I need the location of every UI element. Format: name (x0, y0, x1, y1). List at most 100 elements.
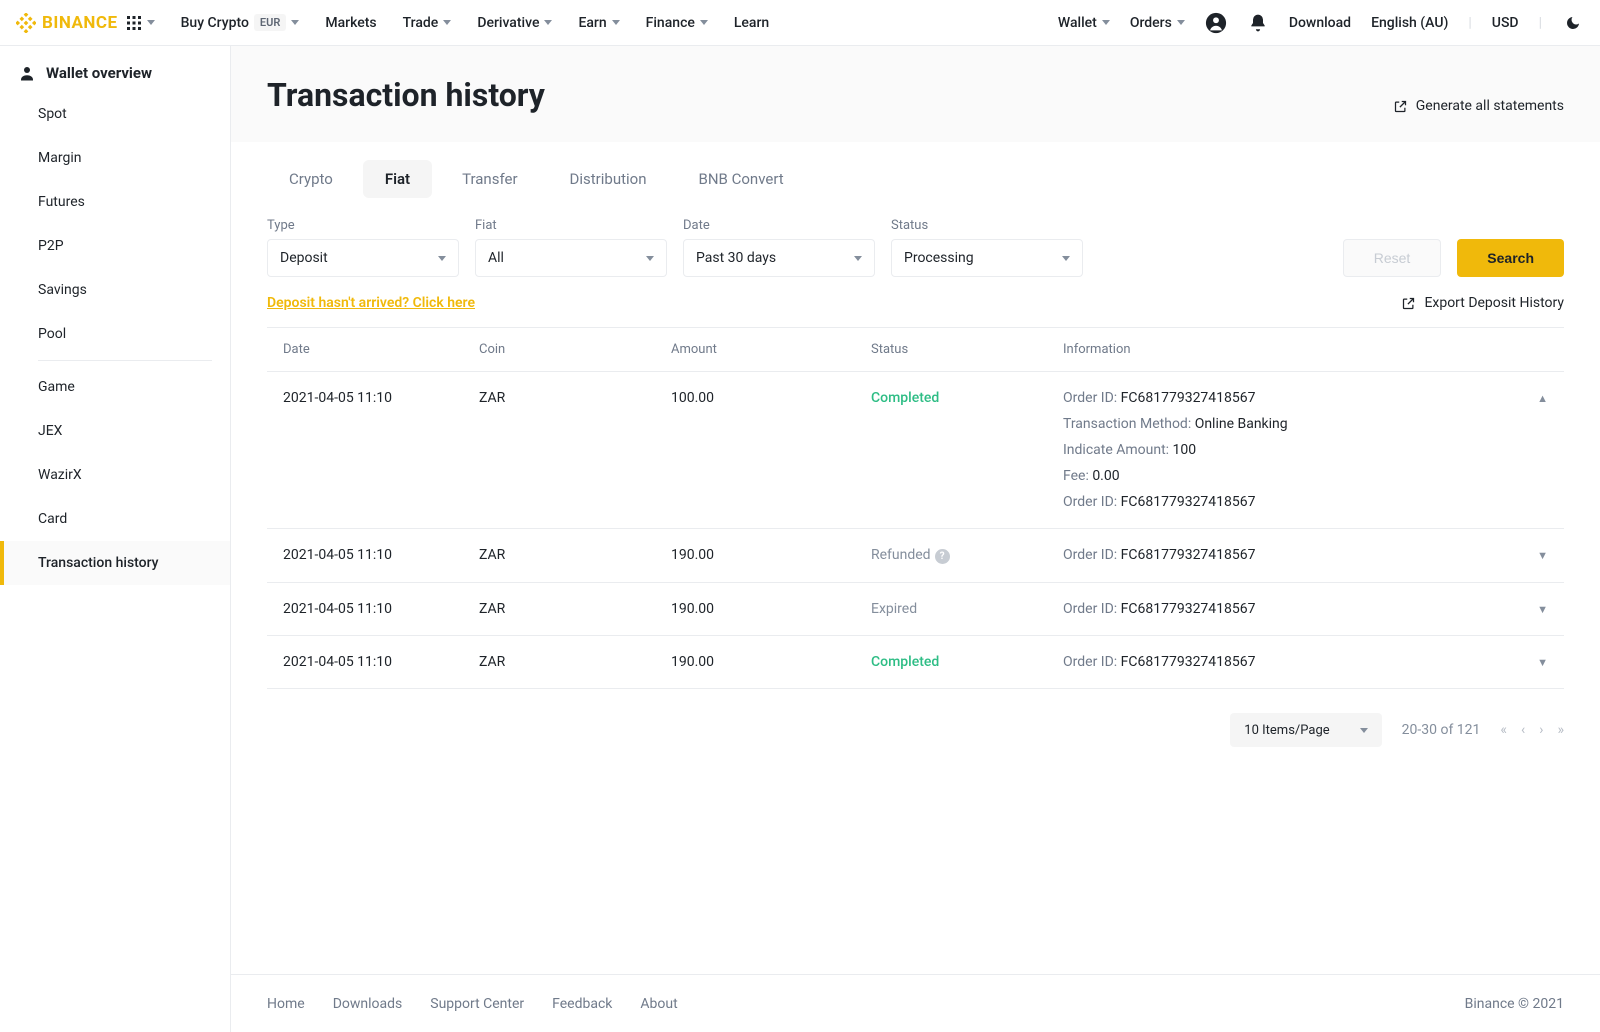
export-history-label: Export Deposit History (1424, 295, 1564, 311)
info-line: Fee: 0.00 (1063, 468, 1508, 484)
sidebar-item-wazirx[interactable]: WazirX (0, 453, 230, 497)
theme-toggle[interactable] (1562, 12, 1584, 34)
footer-link-home[interactable]: Home (267, 996, 305, 1012)
tab-distribution[interactable]: Distribution (548, 160, 669, 198)
footer-link-feedback[interactable]: Feedback (552, 996, 612, 1012)
sidebar-item-savings[interactable]: Savings (0, 268, 230, 312)
search-button[interactable]: Search (1457, 239, 1564, 277)
brand-logo[interactable]: BINANCE (16, 13, 118, 33)
nav-learn[interactable]: Learn (734, 15, 769, 31)
cell-amount: 190.00 (671, 547, 871, 563)
filter-fiat-select[interactable]: All (475, 239, 667, 277)
cell-status: Expired (871, 601, 1063, 617)
tab-transfer[interactable]: Transfer (440, 160, 539, 198)
page-title: Transaction history (267, 76, 545, 114)
history-tabs: CryptoFiatTransferDistributionBNB Conver… (267, 160, 1564, 212)
user-icon (18, 64, 36, 82)
brand-name: BINANCE (42, 13, 118, 33)
status-text: Completed (871, 390, 939, 406)
deposit-missing-link[interactable]: Deposit hasn't arrived? Click here (267, 295, 475, 311)
sidebar-item-futures[interactable]: Futures (0, 180, 230, 224)
sidebar-item-jex[interactable]: JEX (0, 409, 230, 453)
caret-down-icon (1177, 20, 1185, 25)
page-first[interactable]: « (1500, 722, 1507, 738)
cell-status: Refunded? (871, 547, 1063, 564)
caret-down-icon (854, 256, 862, 261)
page-prev[interactable]: ‹ (1521, 722, 1525, 738)
expand-toggle[interactable]: ▲ (1508, 390, 1548, 406)
sidebar-item-game[interactable]: Game (0, 365, 230, 409)
account-icon[interactable] (1205, 12, 1227, 34)
tab-fiat[interactable]: Fiat (363, 160, 432, 198)
caret-down-icon: ▼ (1537, 603, 1548, 616)
sidebar-item-p2p[interactable]: P2P (0, 224, 230, 268)
cell-coin: ZAR (479, 547, 671, 563)
pagination: 10 Items/Page 20-30 of 121 « ‹ › » (267, 689, 1564, 787)
sidebar-item-margin[interactable]: Margin (0, 136, 230, 180)
expand-toggle[interactable]: ▼ (1508, 654, 1548, 670)
sidebar-item-transaction-history[interactable]: Transaction history (0, 541, 230, 585)
reset-button[interactable]: Reset (1343, 239, 1442, 277)
filter-status-select[interactable]: Processing (891, 239, 1083, 277)
nav-markets[interactable]: Markets (325, 15, 376, 31)
sidebar-item-spot[interactable]: Spot (0, 92, 230, 136)
page-next[interactable]: › (1539, 722, 1543, 738)
caret-down-icon (612, 20, 620, 25)
cell-coin: ZAR (479, 601, 671, 617)
info-line: Order ID: FC681779327418567 (1063, 494, 1508, 510)
expand-toggle[interactable]: ▼ (1508, 547, 1548, 563)
nav-trade[interactable]: Trade (403, 15, 452, 31)
currency-menu[interactable]: USD (1492, 15, 1519, 31)
generate-statements-label: Generate all statements (1416, 98, 1564, 114)
nav-label: Markets (325, 15, 376, 31)
nav-left: Buy CryptoEUR Markets Trade Derivative Earn F… (181, 14, 770, 31)
tab-crypto[interactable]: Crypto (267, 160, 355, 198)
download-link[interactable]: Download (1289, 15, 1351, 31)
items-per-page-label: 10 Items/Page (1244, 723, 1329, 738)
caret-down-icon (1360, 728, 1368, 733)
orders-menu[interactable]: Orders (1130, 15, 1185, 31)
wallet-menu[interactable]: Wallet (1058, 15, 1110, 31)
sidebar-item-pool[interactable]: Pool (0, 312, 230, 356)
th-date: Date (283, 342, 479, 357)
info-line: Order ID: FC681779327418567 (1063, 601, 1508, 617)
info-icon[interactable]: ? (935, 549, 950, 564)
sidebar-divider (38, 360, 212, 361)
nav-right: Wallet Orders Download English (AU) | US… (1058, 12, 1584, 34)
apps-menu[interactable] (126, 15, 155, 31)
currency-badge: EUR (254, 14, 286, 31)
filter-date-select[interactable]: Past 30 days (683, 239, 875, 277)
external-link-icon (1393, 99, 1408, 114)
items-per-page-select[interactable]: 10 Items/Page (1230, 713, 1381, 747)
nav-label: Learn (734, 15, 769, 31)
footer-link-support-center[interactable]: Support Center (430, 996, 524, 1012)
cell-coin: ZAR (479, 390, 671, 406)
language-menu[interactable]: English (AU) (1371, 15, 1448, 31)
footer-link-about[interactable]: About (640, 996, 677, 1012)
wallet-sidebar: Wallet overview SpotMarginFuturesP2PSavi… (0, 46, 231, 1032)
th-amount: Amount (671, 342, 871, 357)
filter-type-select[interactable]: Deposit (267, 239, 459, 277)
generate-statements-link[interactable]: Generate all statements (1393, 98, 1564, 114)
export-history-link[interactable]: Export Deposit History (1401, 295, 1564, 311)
cell-date: 2021-04-05 11:10 (283, 601, 479, 617)
caret-up-icon: ▲ (1537, 392, 1548, 405)
footer-link-downloads[interactable]: Downloads (333, 996, 403, 1012)
tab-bnb-convert[interactable]: BNB Convert (677, 160, 806, 198)
notifications-icon[interactable] (1247, 12, 1269, 34)
nav-finance[interactable]: Finance (646, 15, 708, 31)
footer-links: Home Downloads Support Center Feedback About (267, 996, 678, 1012)
sidebar-title[interactable]: Wallet overview (0, 64, 230, 92)
nav-earn[interactable]: Earn (578, 15, 619, 31)
cell-status: Completed (871, 654, 1063, 670)
footer: Home Downloads Support Center Feedback About… (231, 974, 1600, 1032)
caret-down-icon (646, 256, 654, 261)
nav-buy-crypto[interactable]: Buy CryptoEUR (181, 14, 300, 31)
cell-date: 2021-04-05 11:10 (283, 654, 479, 670)
external-link-icon (1401, 296, 1416, 311)
nav-derivative[interactable]: Derivative (477, 15, 552, 31)
page-last[interactable]: » (1557, 722, 1564, 738)
sidebar-item-card[interactable]: Card (0, 497, 230, 541)
expand-toggle[interactable]: ▼ (1508, 601, 1548, 617)
top-nav: BINANCE Buy CryptoEUR Markets Trade Derivat… (0, 0, 1600, 46)
